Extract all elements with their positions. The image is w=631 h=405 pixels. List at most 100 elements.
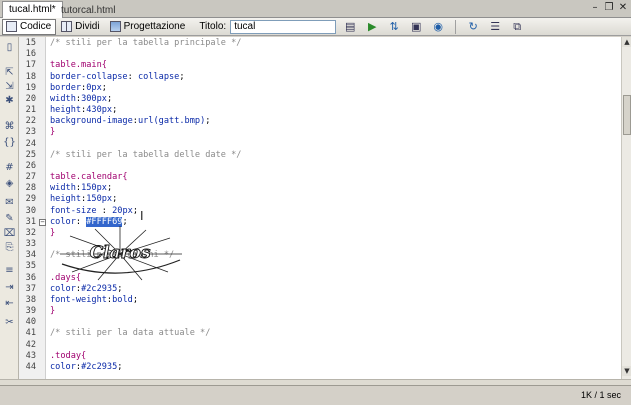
line-number: 22 (25, 116, 36, 127)
code-view-button[interactable]: Codice (2, 18, 57, 35)
split-view-button[interactable]: Dividi (57, 19, 104, 35)
highlight-invalid-icon[interactable]: ◈ (3, 178, 16, 189)
line-number: 21 (25, 105, 36, 116)
code-text: } (50, 306, 55, 317)
code-line[interactable]: 33 (19, 239, 621, 250)
code-line[interactable]: 21 height:430px; (19, 105, 621, 116)
title-input[interactable] (230, 19, 337, 34)
indent-code-icon[interactable]: ⇥ (3, 282, 16, 293)
code-line[interactable]: 44 color:#2c2935; (19, 362, 621, 373)
code-token: url(gatt.bmp) (137, 116, 206, 127)
collapse-tag-icon[interactable]: ⇱ (3, 67, 16, 78)
remove-comment-icon[interactable]: ✎ (3, 213, 16, 224)
line-number: 39 (25, 306, 36, 317)
line-number: 26 (25, 160, 36, 171)
restore-icon[interactable]: ❐ (603, 2, 615, 14)
line-number: 29 (25, 194, 36, 205)
collapse-toggle-icon[interactable]: − (39, 218, 46, 226)
code-line[interactable]: 36 .days{ (19, 273, 621, 284)
debug-icon[interactable]: ⇅ (386, 20, 402, 34)
collapse-selection-icon[interactable]: ⇲ (3, 81, 16, 92)
code-token: } (50, 127, 56, 138)
line-numbers-icon[interactable]: # (3, 162, 16, 173)
apply-comment-icon[interactable]: ✉ (3, 197, 16, 208)
code-text: height:150px; (50, 194, 117, 205)
visual-aids-icon[interactable]: ⧉ (509, 20, 525, 34)
code-line[interactable]: 26 (19, 161, 621, 172)
tab-tutorcal[interactable]: tutorcal.html (54, 2, 122, 18)
browser-compat-icon[interactable]: ◉ (430, 20, 446, 34)
code-line[interactable]: 37 color:#2c2935; (19, 284, 621, 295)
minimize-icon[interactable]: – (589, 2, 601, 14)
code-line[interactable]: 34 /* stili per i giorni */ (19, 250, 621, 261)
select-parent-tag-icon[interactable]: ⌘ (3, 121, 16, 132)
code-token: /* stili per la data attuale */ (50, 328, 211, 339)
code-token: /* stili per i giorni */ (50, 250, 175, 261)
code-token: 430px (86, 105, 113, 116)
code-line[interactable]: 35 (19, 261, 621, 272)
code-token: ; (132, 205, 138, 216)
code-line[interactable]: 16 (19, 49, 621, 60)
code-line[interactable]: 15 /* stili per la tabella principale */ (19, 38, 621, 49)
code-token: table.calendar{ (50, 172, 128, 183)
code-token: } (50, 306, 56, 317)
recent-snippets-icon[interactable]: ⎘ (3, 242, 16, 253)
line-number: 15 (25, 38, 36, 48)
move-css-icon[interactable]: ≡ (3, 265, 16, 276)
code-line[interactable]: 18 border-collapse: collapse; (19, 72, 621, 83)
vertical-scrollbar[interactable]: ▲ ▼ (621, 37, 631, 379)
open-documents-icon[interactable]: ▯ (3, 42, 16, 53)
code-line[interactable]: 17 table.main{ (19, 60, 621, 71)
code-line[interactable]: 24 (19, 139, 621, 150)
code-line[interactable]: 25 /* stili per la tabella delle date */ (19, 150, 621, 161)
split-view-label: Dividi (75, 21, 100, 32)
code-line[interactable]: 43 .today{ (19, 351, 621, 362)
code-line[interactable]: 42 (19, 340, 621, 351)
code-token: ; (179, 71, 185, 82)
code-line[interactable]: 20 width:300px; (19, 94, 621, 105)
close-icon[interactable]: ✕ (617, 2, 629, 14)
scroll-thumb[interactable] (623, 95, 631, 135)
line-number: 41 (25, 328, 36, 339)
code-token: color (50, 361, 76, 372)
validate-markup-icon[interactable]: ▣ (408, 20, 424, 34)
split-view-icon (61, 21, 73, 32)
line-number: 37 (25, 283, 36, 294)
line-number: 42 (25, 339, 36, 350)
outdent-code-icon[interactable]: ⇤ (3, 298, 16, 309)
code-line[interactable]: 29 height:150px; (19, 194, 621, 205)
design-view-button[interactable]: Progettazione (106, 19, 191, 35)
code-line[interactable]: 19 border:0px; (19, 83, 621, 94)
coding-toolbar: ▯ ⇱ ⇲ ✱ ⌘ {} # ◈ ✉ ✎ ⌧ ⎘ ≡ ⇥ ⇤ ✂ (0, 37, 19, 379)
code-text: border-collapse: collapse; (50, 72, 185, 83)
code-line[interactable]: 39} (19, 306, 621, 317)
code-line[interactable]: 22 background-image:url(gatt.bmp); (19, 116, 621, 127)
design-view-icon (109, 21, 121, 32)
code-line[interactable]: 38 font-weight:bold; (19, 295, 621, 306)
file-management-icon[interactable]: ▤ (342, 20, 358, 34)
wrap-tag-icon[interactable]: ⌧ (3, 228, 16, 239)
view-options-icon[interactable]: ☰ (487, 20, 503, 34)
code-line[interactable]: 31− color: #FFFF69; (19, 216, 621, 228)
code-line[interactable]: 23} (19, 127, 621, 138)
code-line[interactable]: 41 /* stili per la data attuale */ (19, 328, 621, 339)
code-line[interactable]: 27 table.calendar{ (19, 172, 621, 183)
line-number: 27 (25, 172, 36, 183)
scroll-up-icon[interactable]: ▲ (622, 37, 631, 47)
code-token: #2c2935 (81, 361, 118, 372)
code-line[interactable]: 32} (19, 228, 621, 239)
scroll-down-icon[interactable]: ▼ (622, 366, 631, 376)
format-source-icon[interactable]: ✂ (3, 317, 16, 328)
preview-browser-icon[interactable]: ▶ (364, 20, 380, 34)
code-text: font-size : 20px; (50, 206, 138, 217)
code-view-label: Codice (20, 21, 52, 32)
code-text: width:150px; (50, 183, 112, 194)
code-editor[interactable]: I 15/* stili per la tabella principale *… (19, 37, 621, 379)
code-token: : (96, 205, 113, 216)
code-line[interactable]: 28 width:150px; (19, 183, 621, 194)
balance-braces-icon[interactable]: {} (3, 137, 16, 148)
refresh-icon[interactable]: ↻ (465, 20, 481, 34)
expand-all-icon[interactable]: ✱ (3, 95, 16, 106)
code-line[interactable]: 30 font-size : 20px; (19, 206, 621, 217)
code-line[interactable]: 40 (19, 317, 621, 328)
